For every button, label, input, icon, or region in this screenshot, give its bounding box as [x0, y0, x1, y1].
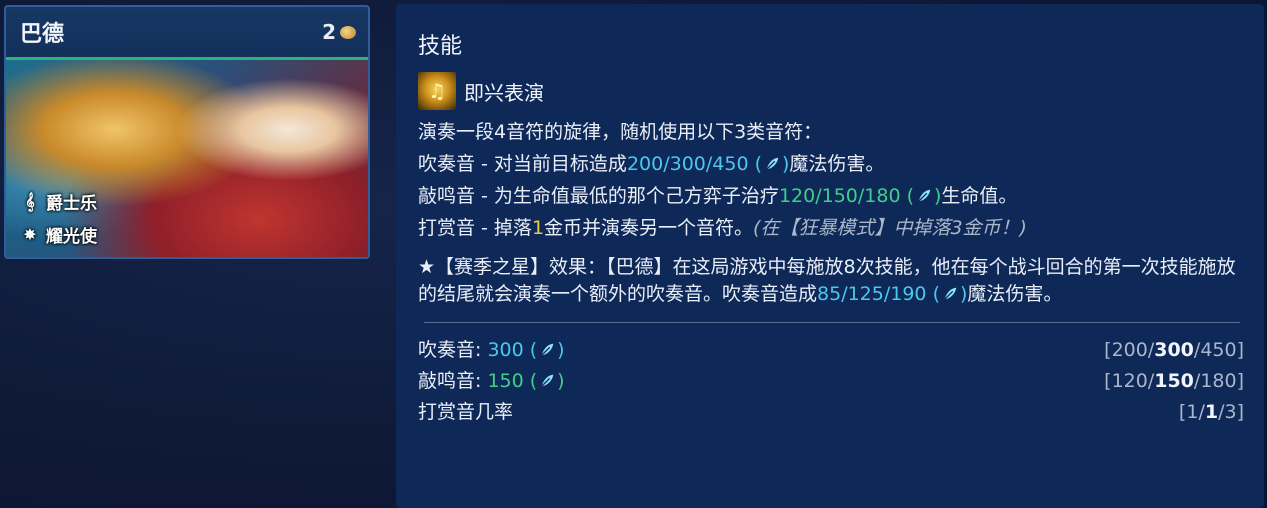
- text: 魔法伤害。: [789, 153, 885, 175]
- tier-value: 180: [1200, 370, 1237, 392]
- tier-value: 1: [1186, 401, 1199, 423]
- tier-value-current: 150: [1154, 370, 1194, 392]
- champion-card[interactable]: 巴德 2 𝄞 爵士乐 ✸ 耀光使: [4, 5, 370, 259]
- card-header: 巴德 2: [6, 7, 368, 60]
- champion-name: 巴德: [20, 22, 65, 47]
- stat-scaling: [200/300/450]: [1104, 339, 1244, 361]
- stat-label: 吹奏音:: [418, 339, 488, 361]
- panel-title: 技能: [418, 34, 463, 59]
- text: 吹奏音 - 对当前目标造成: [418, 153, 627, 175]
- paren: (: [900, 185, 914, 207]
- ability-intro: 演奏一段4音符的旋律，随机使用以下3类音符：: [418, 121, 823, 143]
- stat-label: 打赏音几率: [418, 401, 514, 423]
- stat-row-wind: 吹奏音: 300 () [200/300/450]: [418, 335, 1244, 366]
- music-notes-icon: ♫: [418, 72, 456, 110]
- ability-line-wind: 吹奏音 - 对当前目标造成200/300/450 ()魔法伤害。: [418, 148, 1242, 180]
- ability-power-icon: [541, 374, 554, 387]
- gold-coin-icon: [340, 25, 356, 39]
- tier-value-current: 300: [1154, 339, 1194, 361]
- damage-values: 85/125/190: [817, 283, 927, 305]
- stat-scaling: [1/1/3]: [1178, 401, 1244, 423]
- cost-value: 2: [322, 20, 336, 44]
- stat-left: 吹奏音: 300 (): [418, 335, 565, 366]
- damage-values: 200/300/450: [626, 153, 749, 175]
- champion-cost: 2: [322, 20, 356, 44]
- tier-value: 3: [1224, 401, 1237, 423]
- stat-row-tip: 打赏音几率 [1/1/3]: [418, 397, 1244, 428]
- stat-scaling: [120/150/180]: [1104, 370, 1244, 392]
- text: 打赏音 - 掉落: [418, 217, 532, 239]
- ability-tooltip: 技能 ♫ 即兴表演 演奏一段4音符的旋律，随机使用以下3类音符： 吹奏音 - 对…: [396, 4, 1264, 508]
- ability-power-icon: [766, 157, 779, 170]
- season-star-effect: ★【赛季之星】效果：【巴德】在这局游戏中每施放8次技能，他在每个战斗回合的第一次…: [418, 254, 1248, 308]
- jazz-icon: 𝄞: [25, 191, 35, 211]
- hyper-roll-note: (在【狂暴模式】中掉落3金币！): [753, 217, 1027, 239]
- ability-header: ♫ 即兴表演: [418, 72, 1242, 110]
- ability-power-icon: [541, 343, 554, 356]
- paren: (: [523, 339, 538, 361]
- ability-name: 即兴表演: [464, 80, 544, 105]
- ability-line-tip: 打赏音 - 掉落1金币并演奏另一个音符。(在【狂暴模式】中掉落3金币！): [418, 212, 1242, 244]
- stat-value: 300: [487, 339, 524, 361]
- paren: (: [748, 153, 762, 175]
- divider: [424, 322, 1240, 323]
- heal-values: 120/150/180: [778, 185, 901, 207]
- text: 敲鸣音 - 为生命值最低的那个己方弈子治疗: [418, 185, 779, 207]
- text: 金币并演奏另一个音符。: [544, 217, 754, 239]
- starburst-icon: ✸: [23, 225, 37, 244]
- paren: ): [557, 339, 565, 361]
- stat-label: 敲鸣音:: [418, 370, 488, 392]
- ability-power-icon: [918, 189, 931, 202]
- text: 生命值。: [941, 185, 1018, 207]
- stat-left: 敲鸣音: 150 (): [418, 366, 565, 397]
- stat-value: 150: [487, 370, 524, 392]
- paren: (: [926, 283, 940, 305]
- trait-jazz[interactable]: 𝄞 爵士乐: [20, 189, 97, 215]
- paren: ): [557, 370, 565, 392]
- paren: (: [523, 370, 538, 392]
- gold-amount: 1: [531, 217, 545, 239]
- trait-starburst[interactable]: ✸ 耀光使: [20, 222, 97, 247]
- tier-value-current: 1: [1204, 401, 1219, 423]
- ability-line-chime: 敲鸣音 - 为生命值最低的那个己方弈子治疗120/150/180 ()生命值。: [418, 180, 1242, 212]
- trait-label: 耀光使: [46, 227, 97, 247]
- tier-value: 120: [1111, 370, 1148, 392]
- ability-power-icon: [944, 287, 957, 300]
- tier-value: 450: [1200, 339, 1237, 361]
- text: 魔法伤害。: [967, 283, 1063, 305]
- trait-label: 爵士乐: [46, 194, 97, 214]
- tier-value: 200: [1111, 339, 1148, 361]
- champion-portrait: 𝄞 爵士乐 ✸ 耀光使: [6, 60, 368, 257]
- stat-row-chime: 敲鸣音: 150 () [120/150/180]: [418, 366, 1244, 397]
